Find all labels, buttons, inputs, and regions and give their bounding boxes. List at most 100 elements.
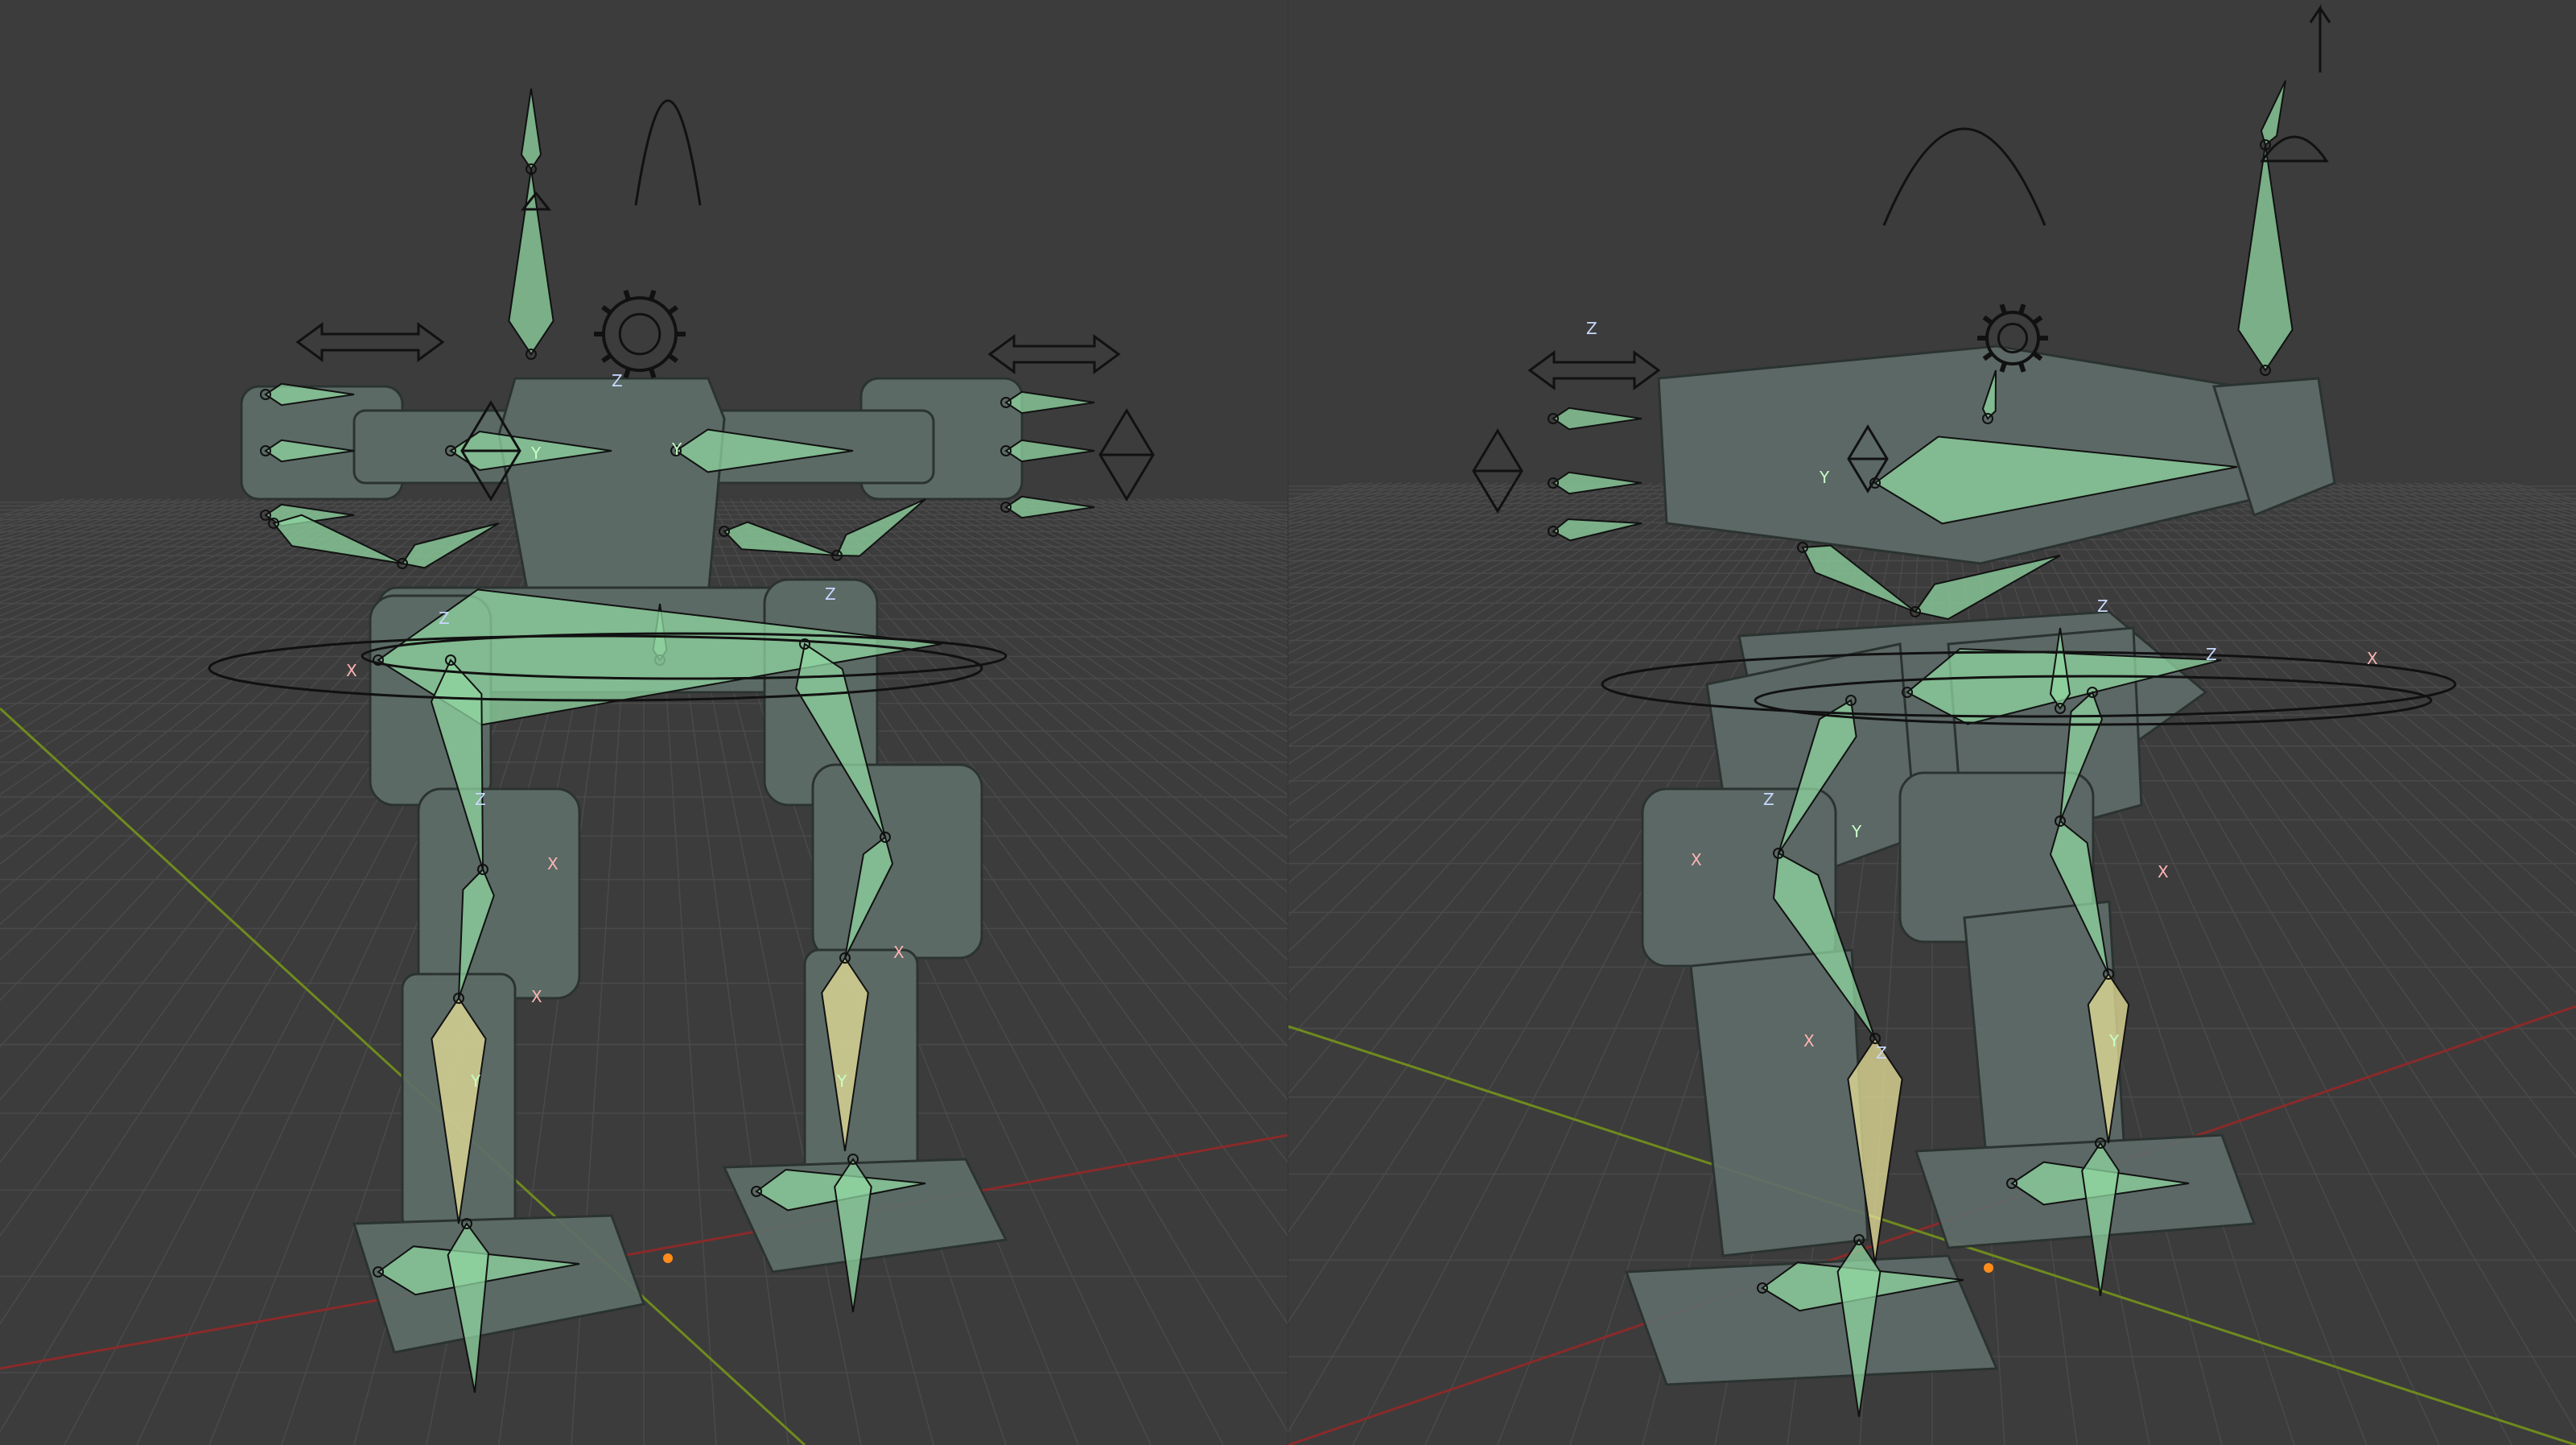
world-origin bbox=[663, 1253, 673, 1263]
grid-line bbox=[1288, 482, 1653, 676]
grid-line bbox=[0, 498, 113, 531]
viewport-front-canvas[interactable]: X Y Z X Y Z X Z Y X Z Y bbox=[0, 0, 1288, 1445]
grid-line bbox=[894, 498, 1288, 729]
grid-line bbox=[0, 498, 326, 649]
grid-line bbox=[884, 498, 1288, 743]
grid-line bbox=[0, 498, 249, 591]
bone[interactable] bbox=[508, 168, 554, 356]
bone[interactable] bbox=[835, 498, 926, 557]
grid-line bbox=[2125, 482, 2576, 829]
bone[interactable] bbox=[1801, 544, 1916, 613]
bone[interactable] bbox=[520, 88, 542, 171]
grid-line bbox=[942, 498, 1288, 668]
gear-icon[interactable] bbox=[594, 289, 686, 379]
grid-line bbox=[2405, 482, 2576, 538]
grid-line bbox=[0, 498, 171, 552]
grid-line bbox=[1288, 482, 1595, 618]
axis-label: Z bbox=[439, 609, 450, 628]
grid-line bbox=[2144, 482, 2576, 785]
grid-line bbox=[1078, 498, 1288, 571]
move-arrows-widget[interactable] bbox=[1527, 350, 1661, 390]
grid-line bbox=[1288, 482, 1421, 522]
grid-line bbox=[0, 498, 162, 549]
axis-label: Y bbox=[2108, 1031, 2120, 1051]
grid-line bbox=[2443, 482, 2576, 522]
grid-line bbox=[1288, 482, 1634, 654]
grid-line bbox=[2376, 482, 2576, 551]
bone[interactable] bbox=[2237, 144, 2294, 372]
grid-line bbox=[0, 498, 316, 640]
move-arrows-widget[interactable] bbox=[987, 334, 1121, 374]
axis-label: X bbox=[346, 661, 357, 680]
grid-line bbox=[0, 498, 403, 743]
axis-label: Y bbox=[1819, 468, 1830, 487]
axis-label: Y bbox=[836, 1071, 847, 1091]
axis-label: Z bbox=[612, 371, 623, 390]
grid-line bbox=[904, 498, 1288, 714]
bone[interactable] bbox=[2260, 80, 2286, 147]
grid-line bbox=[0, 498, 200, 566]
grid-line bbox=[2192, 482, 2576, 701]
grid-line bbox=[2173, 482, 2576, 731]
diamond-widget[interactable] bbox=[1098, 408, 1155, 502]
grid-line bbox=[1164, 498, 1288, 535]
grid-line bbox=[1222, 498, 1288, 517]
grid-line bbox=[2298, 482, 2576, 596]
move-arrows-widget[interactable] bbox=[295, 322, 445, 362]
grid-line bbox=[2414, 482, 2576, 534]
grid-line bbox=[0, 498, 75, 519]
axis-label: Z bbox=[475, 790, 486, 809]
axis-label: Z bbox=[1586, 319, 1597, 338]
axis-label: X bbox=[531, 987, 542, 1006]
axis-label: Y bbox=[1851, 822, 1862, 841]
grid-line bbox=[1288, 482, 1460, 538]
axis-label: Z bbox=[1763, 790, 1774, 809]
viewport-perspective-canvas[interactable]: Z X Z Y X Z Y X Z Y Z X bbox=[1288, 0, 2576, 1445]
axis-label: X bbox=[547, 854, 558, 873]
axis-label: Z bbox=[2097, 597, 2108, 616]
grid-line bbox=[1288, 482, 1498, 555]
viewport-perspective[interactable]: Z X Z Y X Z Y X Z Y Z X bbox=[1288, 0, 2576, 1445]
grid-line bbox=[2260, 482, 2576, 626]
grid-line bbox=[0, 498, 133, 538]
grid-line bbox=[2269, 482, 2576, 618]
grid-line bbox=[0, 498, 345, 667]
grid-line bbox=[2231, 482, 2576, 654]
grid-line bbox=[2134, 482, 2576, 806]
axis-label: X bbox=[2158, 862, 2169, 881]
grid-line bbox=[1126, 498, 1288, 549]
bone[interactable] bbox=[1004, 439, 1095, 463]
axis-label: Z bbox=[825, 584, 836, 604]
grid-line bbox=[2463, 482, 2576, 515]
grid-line bbox=[0, 498, 268, 604]
axis-label: Y bbox=[671, 440, 682, 459]
grid-line bbox=[1288, 482, 1605, 626]
grid-line bbox=[1288, 482, 1450, 534]
bone[interactable] bbox=[1552, 407, 1642, 431]
grid-line bbox=[0, 498, 365, 689]
grid-line bbox=[1288, 482, 1566, 596]
grid-line bbox=[0, 498, 123, 535]
grid-line bbox=[1174, 498, 1288, 531]
up-arrow-widget[interactable] bbox=[2309, 4, 2331, 72]
grid-line bbox=[0, 498, 210, 570]
grid-line bbox=[981, 498, 1288, 632]
grid-line bbox=[1288, 482, 1402, 515]
viewport-front[interactable]: X Y Z X Y Z X Z Y X Z Y bbox=[0, 0, 1288, 1445]
grid-line bbox=[0, 498, 384, 714]
axis-label: Z bbox=[1876, 1043, 1887, 1063]
grid-line bbox=[2308, 482, 2576, 589]
swing-arc-widget[interactable] bbox=[634, 99, 702, 206]
grid-line bbox=[1288, 482, 1692, 731]
grid-line bbox=[2076, 482, 2576, 994]
grid-line bbox=[1213, 498, 1288, 519]
bone[interactable] bbox=[1004, 390, 1095, 415]
grid-line bbox=[2182, 482, 2576, 716]
grid-line bbox=[1155, 498, 1288, 538]
grid-line bbox=[2327, 482, 2576, 576]
grid-line bbox=[962, 498, 1288, 649]
grid-line bbox=[0, 498, 278, 610]
grid-line bbox=[1020, 498, 1288, 604]
swing-arc-widget[interactable] bbox=[1882, 127, 2046, 226]
grid-line bbox=[2250, 482, 2576, 635]
